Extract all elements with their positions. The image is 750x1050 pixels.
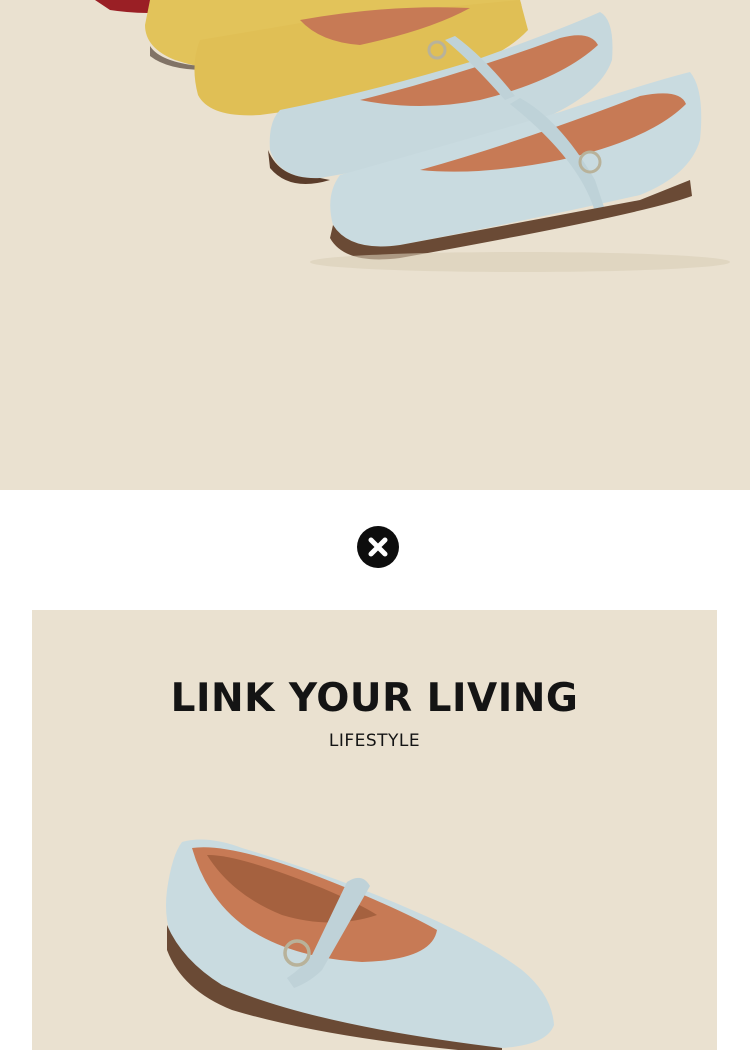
hero-product-image: [0, 0, 750, 490]
shoe-lineup-illustration: [95, 0, 730, 272]
lifestyle-banner: LINK YOUR LIVING LIFESTYLE: [32, 610, 717, 1050]
close-icon: [368, 537, 388, 557]
single-shoe-illustration: [166, 839, 554, 1050]
close-button[interactable]: [357, 526, 399, 568]
